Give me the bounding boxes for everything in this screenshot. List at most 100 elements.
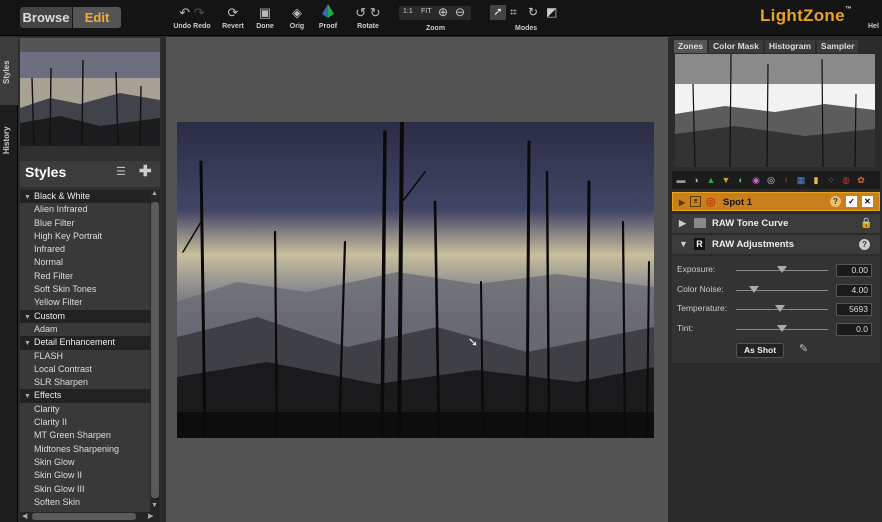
region-mode-icon[interactable]: ◩	[546, 5, 557, 19]
style-group-header[interactable]: ▼ Effects	[20, 389, 150, 403]
scroll-thumb[interactable]	[151, 202, 159, 498]
zoom-group: 1:1 FIT ⊕ ⊖ Zoom	[397, 5, 475, 35]
layer-spot[interactable]: ▶ ⌆ ◎ Spot 1 ? ✓ ✕	[672, 192, 880, 211]
slider-knob[interactable]	[775, 305, 786, 312]
collapse-arrow-icon[interactable]: ▼	[24, 191, 34, 204]
scroll-right-icon[interactable]: ▶	[148, 512, 153, 520]
style-item[interactable]: Yellow Filter	[20, 296, 150, 309]
arrow-mode-icon[interactable]: ➚	[490, 5, 506, 20]
slider-value-field[interactable]: 0.0	[836, 322, 872, 336]
slider-knob[interactable]	[749, 285, 760, 293]
close-icon[interactable]: ✕	[862, 196, 873, 207]
style-group-header[interactable]: ▼ Detail Enhancement	[20, 336, 150, 350]
tab-sampler[interactable]: Sampler	[816, 40, 859, 53]
style-item[interactable]: MT Green Sharpen	[20, 429, 150, 442]
collapse-arrow-icon[interactable]: ▼	[24, 337, 34, 350]
noise-icon[interactable]: ⁘	[825, 175, 837, 186]
layer-raw-tone-curve[interactable]: ▶ RAW Tone Curve 🔒	[672, 214, 880, 233]
photo[interactable]	[177, 122, 654, 438]
slider-label: Tint:	[677, 322, 694, 333]
expand-arrow-icon[interactable]: ▶	[679, 214, 686, 233]
tab-color-mask[interactable]: Color Mask	[709, 40, 763, 53]
expand-arrow-icon[interactable]: ▶	[679, 193, 685, 212]
rotate-mode-icon[interactable]: ↻	[528, 5, 538, 19]
spot-icon[interactable]: ✿	[855, 175, 867, 186]
style-item[interactable]: Infrared	[20, 243, 150, 256]
add-style-icon[interactable]: ✚	[139, 162, 152, 180]
slider-knob[interactable]	[777, 266, 787, 273]
proof-button[interactable]: Proof	[308, 4, 348, 34]
style-item[interactable]: Local Contrast	[20, 363, 150, 376]
color-wheel-icon[interactable]: ◉	[750, 175, 762, 186]
collapse-arrow-icon[interactable]: ▼	[24, 311, 34, 324]
style-item[interactable]: Clarity	[20, 403, 150, 416]
image-canvas[interactable]: ➘	[166, 37, 668, 522]
styles-vertical-scrollbar[interactable]: ▲ ▼	[150, 190, 160, 512]
style-item[interactable]: Soften Skin	[20, 496, 150, 509]
style-item[interactable]: Normal	[20, 256, 150, 269]
zones-preview	[675, 54, 875, 167]
zoom-1to1-button[interactable]: 1:1	[403, 8, 413, 15]
sharpen-icon[interactable]: ▲	[705, 175, 717, 186]
style-item[interactable]: FLASH	[20, 350, 150, 363]
style-item[interactable]: Red Filter	[20, 270, 150, 283]
tab-histogram[interactable]: Histogram	[764, 40, 815, 53]
slider-value-field[interactable]: 0.00	[836, 264, 872, 277]
clone-icon[interactable]: ◍	[840, 175, 852, 186]
as-shot-button[interactable]: As Shot	[736, 343, 784, 358]
filter-icon[interactable]: ▼	[720, 175, 732, 186]
hscroll-thumb[interactable]	[32, 513, 136, 520]
crop-mode-icon[interactable]: ⌗	[510, 5, 517, 20]
style-item[interactable]: Skin Glow II	[20, 469, 150, 482]
style-item[interactable]: Skin Glow	[20, 456, 150, 469]
edit-button[interactable]: Edit	[73, 7, 121, 28]
tab-zones[interactable]: Zones	[674, 40, 708, 53]
slider-value-field[interactable]: 4.00	[836, 283, 872, 297]
eyedropper-icon[interactable]: ✎	[799, 342, 808, 355]
layer-raw-adjustments[interactable]: ▼ R RAW Adjustments ?	[672, 235, 880, 254]
rotate-button[interactable]: ↺ ↻ Rotate	[348, 4, 388, 34]
lock-icon: 🔒	[860, 218, 873, 229]
style-item[interactable]: High Key Portrait	[20, 230, 150, 243]
enable-checkbox[interactable]: ✓	[846, 196, 857, 207]
modes-group: ➚ ⌗ ↻ ◩ Modes	[490, 5, 566, 35]
zoom-in-icon[interactable]: ⊕	[438, 5, 448, 19]
tab-history[interactable]: History	[2, 121, 16, 159]
zoom-fit-button[interactable]: FIT	[421, 8, 432, 15]
style-item[interactable]: Midtones Sharpening	[20, 443, 150, 456]
hue-sat-icon[interactable]: ▦	[795, 175, 807, 186]
scroll-up-icon[interactable]: ▲	[151, 190, 158, 197]
style-item[interactable]: Skin Glow III	[20, 483, 150, 496]
collapse-arrow-icon[interactable]: ▼	[24, 390, 34, 403]
style-item[interactable]: Clarity II	[20, 416, 150, 429]
help-icon[interactable]: ?	[859, 239, 870, 250]
scroll-down-icon[interactable]: ▼	[151, 502, 158, 509]
gradient-icon[interactable]: ▮	[810, 175, 822, 186]
style-item[interactable]: Alien Infrared	[20, 203, 150, 216]
help-icon[interactable]: ?	[830, 196, 841, 207]
style-item[interactable]: Adam	[20, 323, 150, 336]
mouse-cursor-icon: ➘	[468, 335, 479, 349]
list-view-icon[interactable]: ☰	[116, 165, 126, 178]
saturation-icon[interactable]: ◎	[765, 175, 777, 186]
slider-value-field[interactable]: 5693	[836, 303, 872, 316]
style-item[interactable]: Blue Filter	[20, 217, 150, 230]
collapse-arrow-icon[interactable]: ▼	[679, 235, 688, 254]
browse-button[interactable]: Browse	[20, 7, 72, 28]
styles-horizontal-scrollbar[interactable]: ◀ ▶	[20, 512, 160, 522]
layer-mask-icon[interactable]: ⌆	[690, 196, 701, 207]
zone-mapper-icon[interactable]: ▬	[675, 175, 687, 186]
help-button[interactable]: Hel	[868, 23, 879, 30]
style-item[interactable]: Soft Skin Tones	[20, 283, 150, 296]
style-item[interactable]: SLR Sharpen	[20, 376, 150, 389]
style-group-header[interactable]: ▼ Custom	[20, 309, 150, 324]
style-group-header[interactable]: ▼ Black & White	[20, 190, 150, 204]
scroll-left-icon[interactable]: ◀	[22, 512, 27, 520]
undo-redo-button[interactable]: ↶ ↷ Undo Redo	[170, 4, 214, 34]
tone-icon[interactable]: ◑	[690, 175, 702, 186]
slider-knob[interactable]	[777, 324, 787, 332]
red-eye-icon[interactable]: ⟊	[780, 175, 792, 186]
color-balance-icon[interactable]: ◐	[735, 175, 747, 186]
spot-layer-name: Spot 1	[723, 197, 753, 208]
zoom-out-icon[interactable]: ⊖	[455, 5, 465, 19]
